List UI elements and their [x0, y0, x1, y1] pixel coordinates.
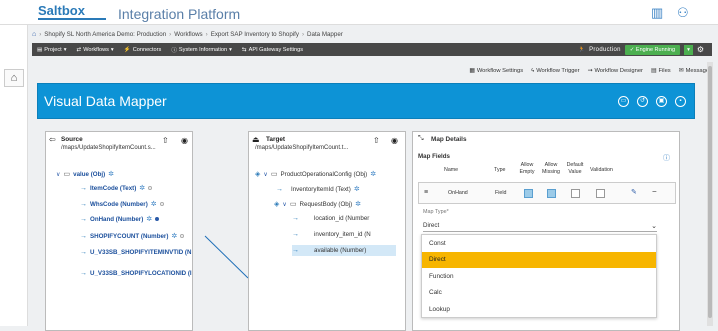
node-label: U_V33SB_SHOPIFYLOCATIONID (I — [90, 270, 192, 277]
allow-empty-checkbox[interactable] — [524, 189, 533, 198]
field-arrow-icon: → — [292, 215, 299, 222]
node-label: U_V33SB_SHOPIFYITEMINVTID (N — [90, 249, 192, 256]
connector-dot-active[interactable] — [155, 217, 160, 221]
gear-icon[interactable]: ✲ — [370, 170, 376, 178]
field-arrow-icon: → — [292, 231, 299, 238]
field-arrow-icon: → — [80, 184, 87, 192]
node-label: inventory_item_id (N — [314, 231, 371, 238]
field-type: Field — [495, 190, 507, 196]
option-direct[interactable]: Direct — [422, 251, 656, 268]
layers-icon: ◈ — [274, 201, 280, 208]
gear-icon[interactable]: ✲ — [355, 200, 361, 208]
drag-handle-icon[interactable]: ≡ — [424, 189, 428, 196]
map-type-value: Direct — [423, 222, 440, 229]
node-label: ItemCode (Text) — [90, 184, 137, 192]
gear-icon[interactable]: ✲ — [139, 184, 145, 192]
chevron-down-icon[interactable]: ∨ — [263, 171, 268, 178]
source-icon: ⇦ — [49, 135, 56, 144]
target-icon: ⏏ — [252, 135, 260, 144]
upload-icon[interactable]: ⇧ — [162, 136, 169, 145]
source-path: /maps/UpdateShopifyItemCount.s... — [61, 145, 156, 151]
target-title: Target — [266, 136, 286, 143]
eye-icon[interactable]: ◉ — [391, 136, 398, 145]
chevron-down-icon: ⌄ — [651, 222, 657, 230]
target-node-locationid[interactable]: → location_id (Number — [292, 215, 369, 222]
gear-icon[interactable]: ✲ — [146, 215, 152, 223]
layers-icon: ◈ — [255, 171, 261, 178]
map-type-dropdown: Const Direct Function Calc Lookup — [421, 234, 657, 318]
field-arrow-icon: → — [80, 215, 87, 223]
field-arrow-icon: → — [276, 185, 283, 193]
mapping-line[interactable] — [204, 235, 249, 279]
target-node-inventoryitem[interactable]: → inventory_item_id (N — [292, 231, 371, 238]
connector-dot[interactable] — [180, 234, 185, 238]
gear-icon[interactable]: ✲ — [108, 170, 114, 178]
info-icon[interactable]: ⓘ — [663, 153, 670, 163]
scrollbar-thumb[interactable] — [708, 66, 712, 318]
target-node-inventoryitemid[interactable]: → InventoryItemId (Text) ✲ — [276, 185, 360, 194]
field-arrow-icon: → — [80, 200, 87, 208]
field-arrow-icon: → — [80, 249, 87, 256]
folder-icon: ▭ — [289, 201, 297, 208]
map-icon: ⤡ — [418, 135, 424, 142]
gear-icon[interactable]: ✲ — [171, 232, 177, 240]
source-node-itemcode[interactable]: → ItemCode (Text) ✲ — [80, 184, 153, 192]
col-allow-missing: Allow Missing — [542, 162, 560, 175]
allow-missing-checkbox[interactable] — [547, 189, 556, 198]
target-node-requestbody[interactable]: ◈ ∨ ▭ RequestBody (Obj) ✲ — [274, 200, 361, 209]
option-lookup[interactable]: Lookup — [422, 301, 656, 318]
col-default-value: Default Value — [566, 162, 584, 175]
target-node-available[interactable]: → available (Number) — [292, 245, 396, 256]
map-field-row[interactable]: ≡ OnHand Field ✎ − — [418, 182, 676, 204]
node-label: value (Obj) — [73, 170, 106, 178]
field-name: OnHand — [448, 190, 468, 196]
field-arrow-icon: → — [80, 232, 87, 240]
folder-icon: ▭ — [63, 171, 71, 178]
source-node-whscode[interactable]: → WhsCode (Number) ✲ — [80, 200, 164, 208]
map-type-label: Map Type* — [423, 209, 449, 215]
option-const[interactable]: Const — [422, 235, 656, 252]
upload-icon[interactable]: ⇧ — [373, 136, 380, 145]
node-label: available (Number) — [314, 247, 367, 254]
gear-icon[interactable]: ✲ — [151, 200, 157, 208]
source-node-itemshopinvt[interactable]: → U_V33SB_SHOPIFYITEMINVTID (N — [80, 249, 191, 256]
node-label: WhsCode (Number) — [90, 200, 148, 208]
validation-checkbox[interactable] — [596, 189, 605, 198]
eye-icon[interactable]: ◉ — [181, 136, 188, 145]
map-type-select[interactable]: Direct ⌄ — [423, 220, 657, 232]
col-type: Type — [494, 167, 506, 173]
node-label: ProductOperationalConfig (Obj) — [280, 170, 368, 178]
node-label: SHOPIFYCOUNT (Number) — [90, 232, 169, 240]
default-value-checkbox[interactable] — [571, 189, 580, 198]
source-title: Source — [61, 136, 83, 143]
chevron-down-icon[interactable]: ∨ — [56, 171, 61, 178]
folder-icon: ▭ — [270, 171, 278, 178]
source-panel — [45, 131, 193, 331]
node-label: InventoryItemId (Text) — [291, 185, 351, 193]
field-arrow-icon: → — [80, 270, 87, 277]
source-node-onhand[interactable]: → OnHand (Number) ✲ — [80, 215, 160, 223]
map-fields-title: Map Fields — [418, 153, 450, 160]
col-name: Name — [444, 167, 459, 173]
source-node-shoplocation[interactable]: → U_V33SB_SHOPIFYLOCATIONID (I — [80, 270, 192, 277]
remove-icon[interactable]: − — [652, 187, 657, 196]
node-label: RequestBody (Obj) — [299, 200, 353, 208]
connector-dot[interactable] — [148, 186, 153, 190]
col-validation: Validation — [590, 167, 613, 173]
col-allow-empty: Allow Empty — [519, 162, 535, 175]
node-label: location_id (Number — [314, 215, 370, 222]
gear-icon[interactable]: ✲ — [354, 185, 360, 193]
connector-dot[interactable] — [159, 202, 164, 206]
target-node-productconfig[interactable]: ◈ ∨ ▭ ProductOperationalConfig (Obj) ✲ — [255, 170, 376, 179]
node-label: OnHand (Number) — [90, 215, 144, 223]
option-function[interactable]: Function — [422, 268, 656, 285]
edit-icon[interactable]: ✎ — [631, 188, 637, 196]
field-arrow-icon: → — [292, 247, 299, 254]
map-details-title: Map Details — [431, 136, 467, 143]
source-node-value[interactable]: ∨ ▭ value (Obj) ✲ — [56, 170, 114, 179]
option-calc[interactable]: Calc — [422, 285, 656, 302]
target-path: /maps/UpdateShopifyItemCount.t... — [255, 145, 349, 151]
chevron-down-icon[interactable]: ∨ — [282, 201, 287, 208]
source-node-shopifycount[interactable]: → SHOPIFYCOUNT (Number) ✲ — [80, 232, 185, 240]
